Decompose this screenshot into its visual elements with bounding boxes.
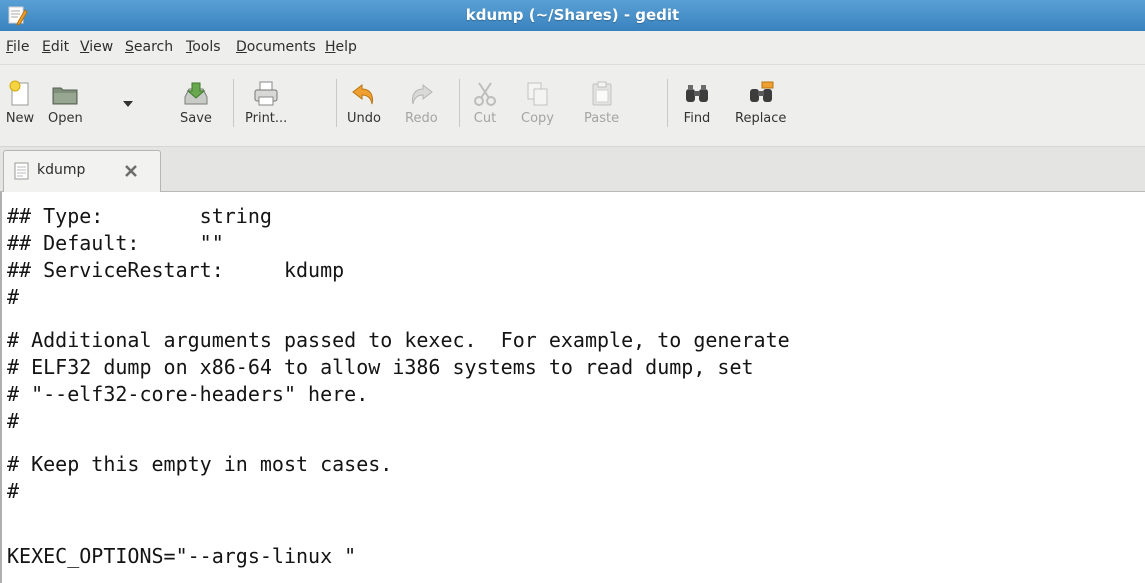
- scissors-icon: [474, 82, 496, 106]
- binoculars-icon: [686, 85, 708, 102]
- menu-file-mnemonic: F: [6, 39, 14, 55]
- editor-line: # Keep this empty in most cases.: [7, 452, 393, 476]
- new-document-icon: [9, 80, 29, 106]
- editor-line: # Additional arguments passed to kexec. …: [7, 328, 790, 352]
- menu-help[interactable]: Help: [325, 39, 357, 55]
- menu-view-mnemonic: V: [80, 39, 90, 55]
- paste-icon: [592, 81, 612, 106]
- redo-icon: [412, 83, 434, 105]
- menu-file-label: ile: [13, 39, 30, 55]
- menu-help-mnemonic: H: [325, 39, 336, 55]
- document-tab[interactable]: kdump: [3, 150, 161, 192]
- menu-search-label: earch: [133, 39, 174, 55]
- folder-icon: [52, 87, 78, 105]
- print-button[interactable]: Print...: [245, 79, 287, 126]
- editor-line: # "--elf32-core-headers" here.: [7, 382, 369, 406]
- new-label: New: [5, 111, 35, 126]
- find-label: Find: [683, 111, 711, 126]
- redo-button[interactable]: Redo: [405, 79, 438, 126]
- editor-line: #: [7, 409, 20, 433]
- menu-bar: File Edit View Search Tools Documents He…: [0, 31, 1145, 65]
- undo-label: Undo: [347, 111, 381, 126]
- open-button[interactable]: Open: [48, 79, 83, 126]
- paste-button[interactable]: Paste: [584, 79, 619, 126]
- replace-button[interactable]: Replace: [735, 79, 786, 126]
- editor-line: ## Default: "": [7, 231, 224, 255]
- save-button[interactable]: Save: [180, 79, 212, 126]
- toolbar-separator: [459, 79, 460, 127]
- cut-label: Cut: [473, 111, 497, 126]
- editor-line: KEXEC_OPTIONS="--args-linux ": [7, 544, 357, 568]
- title-bar: kdump (~/Shares) - gedit: [0, 0, 1145, 31]
- menu-tools-label: ools: [192, 39, 221, 55]
- toolbar-separator: [667, 79, 668, 127]
- menu-view[interactable]: View: [80, 39, 113, 55]
- editor-line: ## Type: string: [7, 204, 272, 228]
- editor-line: # ELF32 dump on x86-64 to allow i386 sys…: [7, 355, 754, 379]
- save-label: Save: [180, 111, 212, 126]
- menu-documents-label: ocuments: [246, 39, 316, 55]
- open-recent-dropdown-icon[interactable]: [123, 101, 133, 107]
- redo-label: Redo: [405, 111, 438, 126]
- new-button[interactable]: New: [5, 79, 35, 126]
- toolbar-separator: [336, 79, 337, 127]
- replace-label: Replace: [735, 111, 787, 126]
- copy-button[interactable]: Copy: [521, 79, 554, 126]
- menu-search-mnemonic: S: [125, 39, 134, 55]
- menu-search[interactable]: Search: [125, 39, 173, 55]
- close-tab-icon[interactable]: [123, 163, 139, 179]
- printer-icon: [254, 81, 278, 106]
- menu-documents-mnemonic: D: [236, 39, 247, 55]
- menu-edit-mnemonic: E: [42, 39, 51, 55]
- editor-line: ## ServiceRestart: kdump: [7, 258, 345, 282]
- print-label: Print...: [245, 111, 288, 126]
- find-button[interactable]: Find: [682, 79, 712, 126]
- toolbar: New Open Save Print... Undo Redo Cut Cop…: [0, 65, 1145, 147]
- copy-icon: [527, 82, 548, 106]
- find-replace-icon: [749, 81, 774, 102]
- menu-file[interactable]: File: [6, 39, 29, 55]
- document-tab-label: kdump: [37, 162, 86, 178]
- menu-help-label: elp: [335, 39, 357, 55]
- cut-button[interactable]: Cut: [470, 79, 500, 126]
- paste-label: Paste: [584, 111, 620, 126]
- menu-view-label: iew: [89, 39, 114, 55]
- editor-line: #: [7, 285, 20, 309]
- document-tab-bar: kdump: [0, 147, 1145, 192]
- undo-button[interactable]: Undo: [347, 79, 381, 126]
- copy-label: Copy: [521, 111, 554, 126]
- menu-tools[interactable]: Tools: [186, 39, 221, 55]
- menu-edit-label: dit: [50, 39, 70, 55]
- menu-documents[interactable]: Documents: [236, 39, 316, 55]
- text-document-icon: [14, 162, 29, 180]
- menu-edit[interactable]: Edit: [42, 39, 69, 55]
- save-icon: [184, 82, 208, 105]
- toolbar-separator: [233, 79, 234, 127]
- editor-line: #: [7, 479, 20, 503]
- undo-icon: [352, 83, 373, 105]
- text-editor-area[interactable]: ## Type: string ## Default: "" ## Servic…: [0, 192, 1145, 583]
- window-title: kdump (~/Shares) - gedit: [465, 6, 680, 24]
- open-label: Open: [48, 111, 83, 126]
